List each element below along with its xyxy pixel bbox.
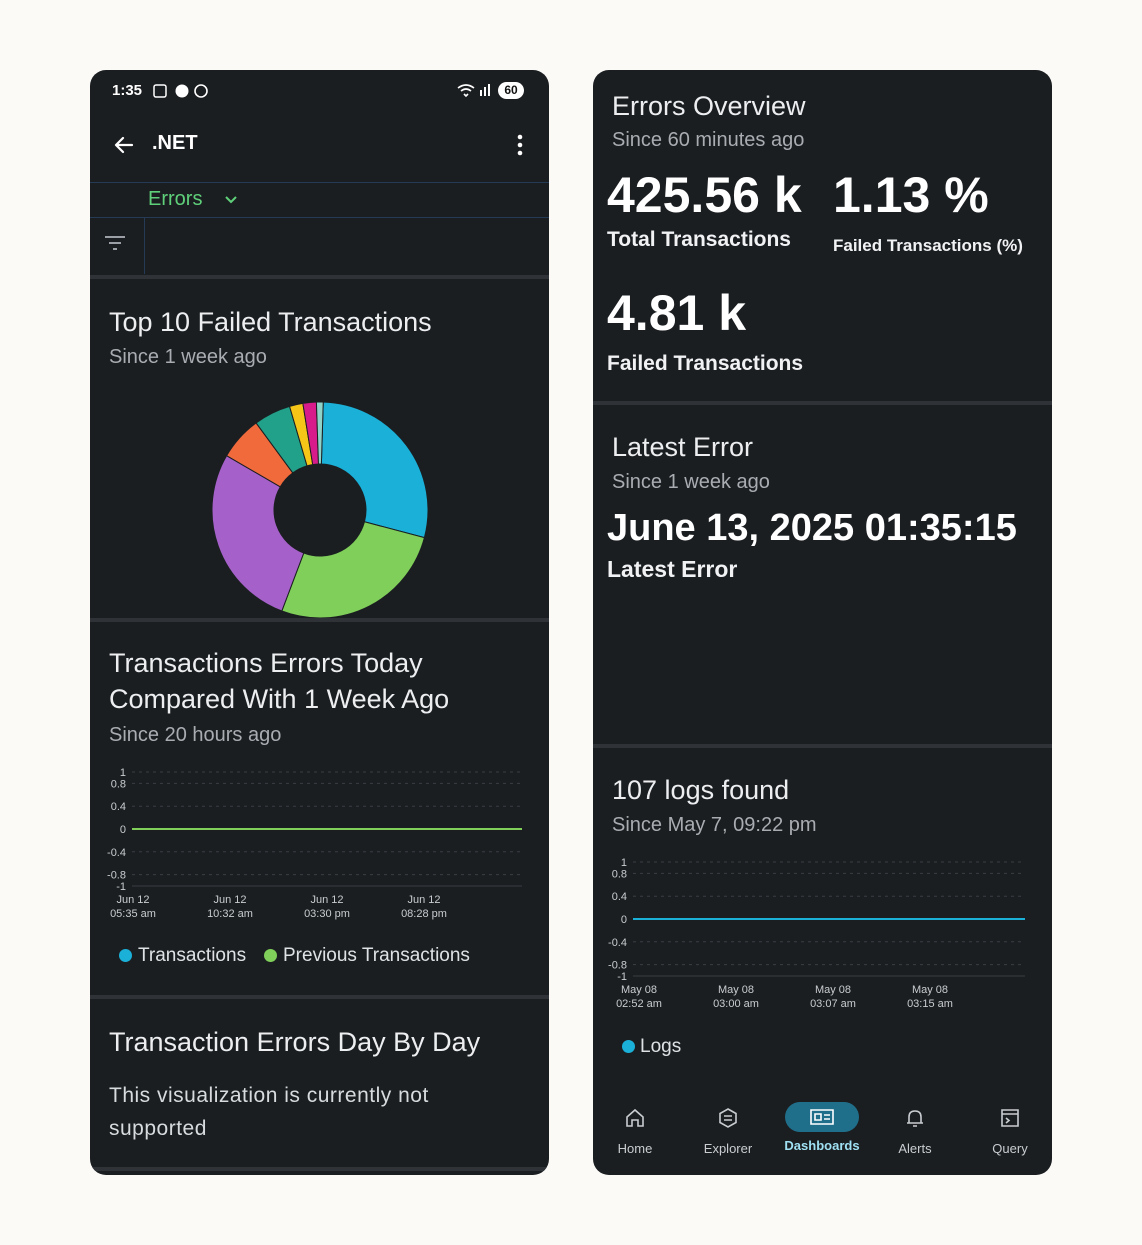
home-icon bbox=[626, 1108, 644, 1127]
legend-label-previous-transactions: Previous Transactions bbox=[283, 945, 470, 966]
dashboard-selector-label: Errors bbox=[148, 188, 203, 210]
compare-card-title-line2: Compared With 1 Week Ago bbox=[109, 684, 450, 714]
nav-alerts[interactable]: Alerts bbox=[870, 1106, 960, 1156]
nav-home[interactable]: Home bbox=[593, 1106, 680, 1156]
nav-query-label: Query bbox=[992, 1141, 1028, 1156]
page-title: .NET bbox=[152, 132, 198, 154]
terminal-icon bbox=[1001, 1109, 1019, 1127]
battery-indicator: 60 bbox=[498, 82, 524, 99]
x-tick-label: Jun 12 bbox=[213, 894, 246, 906]
x-tick-label: May 08 bbox=[718, 984, 754, 996]
day-card-title: Transaction Errors Day By Day bbox=[109, 1027, 481, 1057]
status-notification-icons bbox=[153, 84, 208, 98]
phone-screen-left: 1:35 60 .NET Errors Top 10 Failed Transa… bbox=[90, 70, 549, 1175]
latest-error-title: Latest Error bbox=[612, 432, 754, 462]
x-tick-label: 03:07 am bbox=[810, 998, 856, 1010]
unsupported-message-line2: supported bbox=[109, 1117, 207, 1140]
overview-title: Errors Overview bbox=[612, 91, 806, 121]
compare-card-subtitle: Since 20 hours ago bbox=[109, 724, 282, 746]
donut-slice-2 bbox=[281, 521, 426, 619]
nav-explorer-label: Explorer bbox=[703, 1141, 753, 1156]
phone-screen-right: Errors Overview Since 60 minutes ago 425… bbox=[593, 70, 1052, 1175]
y-tick-label: -0.4 bbox=[107, 847, 126, 859]
transactions-compare-line-chart: 10.80.40-0.4-0.8-1Jun 1205:35 amJun 1210… bbox=[107, 767, 522, 920]
back-arrow-icon[interactable] bbox=[112, 133, 136, 157]
legend-label-logs: Logs bbox=[640, 1036, 682, 1057]
legend-dot-logs bbox=[622, 1040, 635, 1053]
explorer-icon bbox=[719, 1108, 737, 1128]
chevron-down-icon bbox=[225, 196, 237, 204]
y-tick-label: 1 bbox=[120, 767, 126, 779]
wifi-signal-icon bbox=[457, 84, 490, 98]
y-tick-label: 0.8 bbox=[612, 868, 627, 880]
x-tick-label: Jun 12 bbox=[310, 894, 343, 906]
failed-transactions-label: Failed Transactions bbox=[607, 352, 804, 375]
overview-subtitle: Since 60 minutes ago bbox=[612, 129, 805, 151]
status-time: 1:35 bbox=[112, 82, 143, 99]
latest-error-label: Latest Error bbox=[607, 556, 738, 582]
nav-dashboards-active-pill bbox=[785, 1102, 859, 1132]
x-tick-label: 03:15 am bbox=[907, 998, 953, 1010]
nav-alerts-label: Alerts bbox=[898, 1141, 932, 1156]
y-tick-label: -0.8 bbox=[608, 960, 627, 972]
unsupported-message-line1: This visualization is currently not bbox=[109, 1084, 429, 1107]
x-tick-label: 05:35 am bbox=[110, 908, 156, 920]
y-tick-label: 0.4 bbox=[111, 801, 126, 813]
x-tick-label: 08:28 pm bbox=[401, 908, 447, 920]
x-tick-label: Jun 12 bbox=[116, 894, 149, 906]
y-tick-label: -0.8 bbox=[107, 870, 126, 882]
nav-dashboards[interactable]: Dashboards bbox=[777, 1102, 867, 1153]
more-options-icon[interactable] bbox=[510, 132, 530, 158]
compare-card-title-line1: Transactions Errors Today bbox=[109, 648, 423, 678]
x-tick-label: 03:00 am bbox=[713, 998, 759, 1010]
y-tick-label: 1 bbox=[621, 857, 627, 869]
logs-subtitle: Since May 7, 09:22 pm bbox=[612, 814, 817, 836]
y-tick-label: 0.8 bbox=[111, 778, 126, 790]
y-tick-label: 0 bbox=[120, 824, 126, 836]
nav-dashboards-label: Dashboards bbox=[784, 1138, 860, 1153]
pie-card-title: Top 10 Failed Transactions bbox=[109, 307, 432, 337]
x-tick-label: Jun 12 bbox=[407, 894, 440, 906]
filter-button[interactable] bbox=[90, 217, 145, 274]
y-tick-label: 0.4 bbox=[612, 891, 627, 903]
total-transactions-value: 425.56 k bbox=[607, 167, 802, 223]
x-tick-label: May 08 bbox=[621, 984, 657, 996]
x-tick-label: May 08 bbox=[815, 984, 851, 996]
failed-pct-value: 1.13 % bbox=[833, 167, 989, 223]
nav-home-label: Home bbox=[617, 1141, 653, 1156]
legend-dot-transactions bbox=[119, 949, 132, 962]
y-tick-label: -1 bbox=[617, 971, 627, 983]
dashboards-icon bbox=[810, 1109, 834, 1125]
y-tick-label: -0.4 bbox=[608, 937, 627, 949]
dashboard-selector[interactable]: Errors bbox=[90, 182, 549, 218]
donut-slice-1 bbox=[320, 401, 429, 539]
x-tick-label: 03:30 pm bbox=[304, 908, 350, 920]
failed-transactions-value: 4.81 k bbox=[607, 285, 747, 341]
latest-error-subtitle: Since 1 week ago bbox=[612, 471, 770, 493]
logs-line-chart: 10.80.40-0.4-0.8-1May 0802:52 amMay 0803… bbox=[608, 857, 1025, 1010]
latest-error-value: June 13, 2025 01:35:15 bbox=[607, 507, 1017, 549]
filter-icon bbox=[105, 236, 125, 250]
failed-transactions-donut-chart bbox=[211, 401, 429, 619]
nav-query[interactable]: Query bbox=[965, 1106, 1052, 1156]
logs-title: 107 logs found bbox=[612, 775, 790, 805]
bell-icon bbox=[907, 1110, 923, 1127]
nav-explorer[interactable]: Explorer bbox=[683, 1106, 773, 1156]
pie-card-subtitle: Since 1 week ago bbox=[109, 346, 267, 368]
y-tick-label: 0 bbox=[621, 914, 627, 926]
y-tick-label: -1 bbox=[116, 881, 126, 893]
x-tick-label: 02:52 am bbox=[616, 998, 662, 1010]
donut-slice-3 bbox=[211, 454, 305, 612]
legend-label-transactions: Transactions bbox=[138, 945, 247, 966]
failed-pct-label: Failed Transactions (%) bbox=[833, 236, 1023, 255]
legend-dot-previous-transactions bbox=[264, 949, 277, 962]
x-tick-label: May 08 bbox=[912, 984, 948, 996]
total-transactions-label: Total Transactions bbox=[607, 228, 791, 251]
x-tick-label: 10:32 am bbox=[207, 908, 253, 920]
